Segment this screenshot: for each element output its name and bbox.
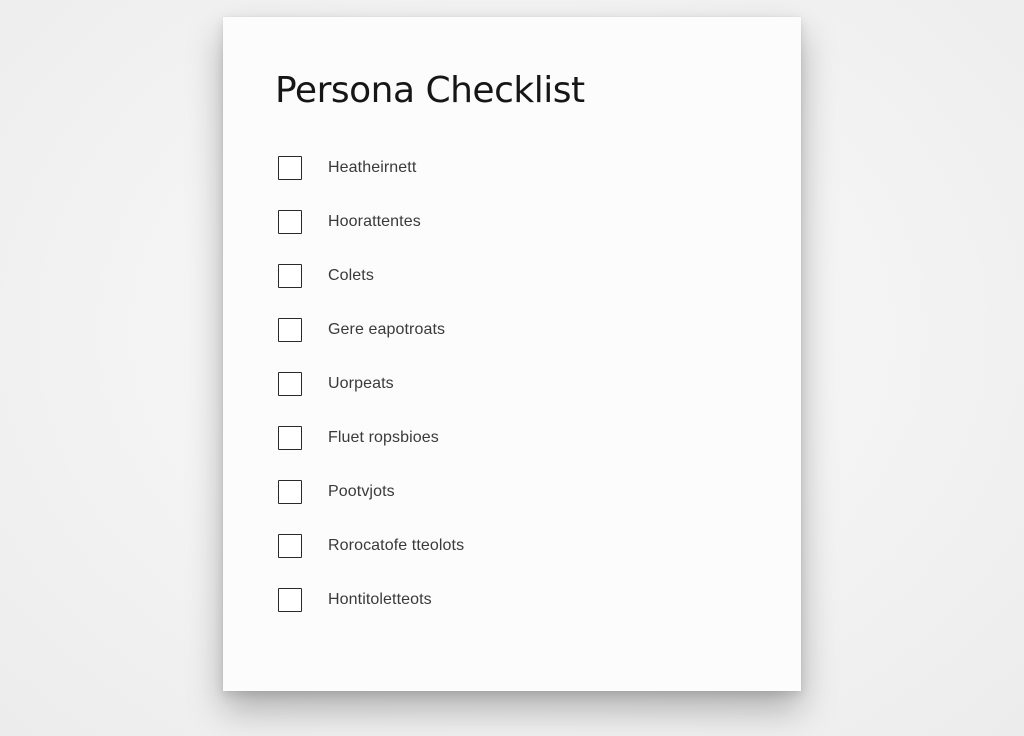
checkbox[interactable] (278, 480, 302, 504)
checklist-item-label: Heatheirnett (328, 159, 417, 176)
checklist-item[interactable]: Hoorattentes (278, 195, 464, 249)
checkbox[interactable] (278, 426, 302, 450)
checklist-item-label: Hoorattentes (328, 213, 421, 230)
checklist-item-label: Uorpeats (328, 375, 394, 392)
checkbox[interactable] (278, 210, 302, 234)
checklist-item[interactable]: Colets (278, 249, 464, 303)
checklist-item[interactable]: Pootvjots (278, 465, 464, 519)
checklist-item-label: Rorocatofe tteolots (328, 537, 465, 554)
checkbox[interactable] (278, 534, 302, 558)
checkbox[interactable] (278, 264, 302, 288)
checklist-item-label: Fluet ropsbioes (328, 429, 439, 446)
checklist-item-label: Gere eapotroats (328, 321, 446, 338)
checklist-sheet: Persona Checklist Heatheirnett Hooratten… (223, 17, 801, 691)
checklist: Heatheirnett Hoorattentes Colets Gere ea… (278, 141, 464, 627)
checklist-item[interactable]: Rorocatofe tteolots (278, 519, 464, 573)
checklist-item-label: Hontitoletteots (328, 591, 432, 608)
checkbox[interactable] (278, 318, 302, 342)
checkbox[interactable] (278, 372, 302, 396)
checklist-item-label: Colets (328, 267, 374, 284)
checklist-item[interactable]: Uorpeats (278, 357, 464, 411)
page-title: Persona Checklist (275, 70, 585, 111)
checklist-item-label: Pootvjots (328, 483, 395, 500)
checkbox[interactable] (278, 156, 302, 180)
checklist-item[interactable]: Hontitoletteots (278, 573, 464, 627)
checklist-item[interactable]: Fluet ropsbioes (278, 411, 464, 465)
checklist-item[interactable]: Heatheirnett (278, 141, 464, 195)
checkbox[interactable] (278, 588, 302, 612)
checklist-item[interactable]: Gere eapotroats (278, 303, 464, 357)
